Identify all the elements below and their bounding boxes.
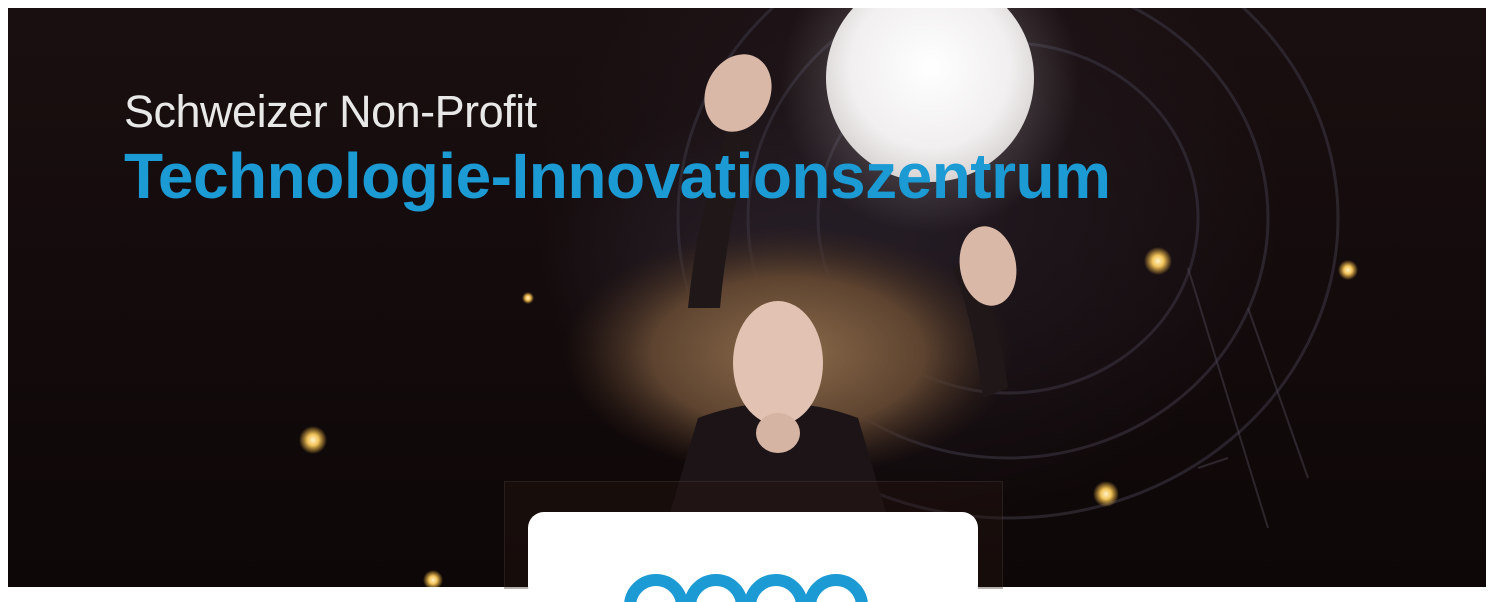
- logo-card[interactable]: [528, 512, 978, 602]
- brand-logo-icon: [624, 574, 868, 602]
- hero-title: Technologie-Innovationszentrum: [124, 140, 1111, 212]
- hero-kicker: Schweizer Non-Profit: [124, 86, 537, 137]
- hero-heading: Schweizer Non-Profit Technologie-Innovat…: [124, 86, 1111, 212]
